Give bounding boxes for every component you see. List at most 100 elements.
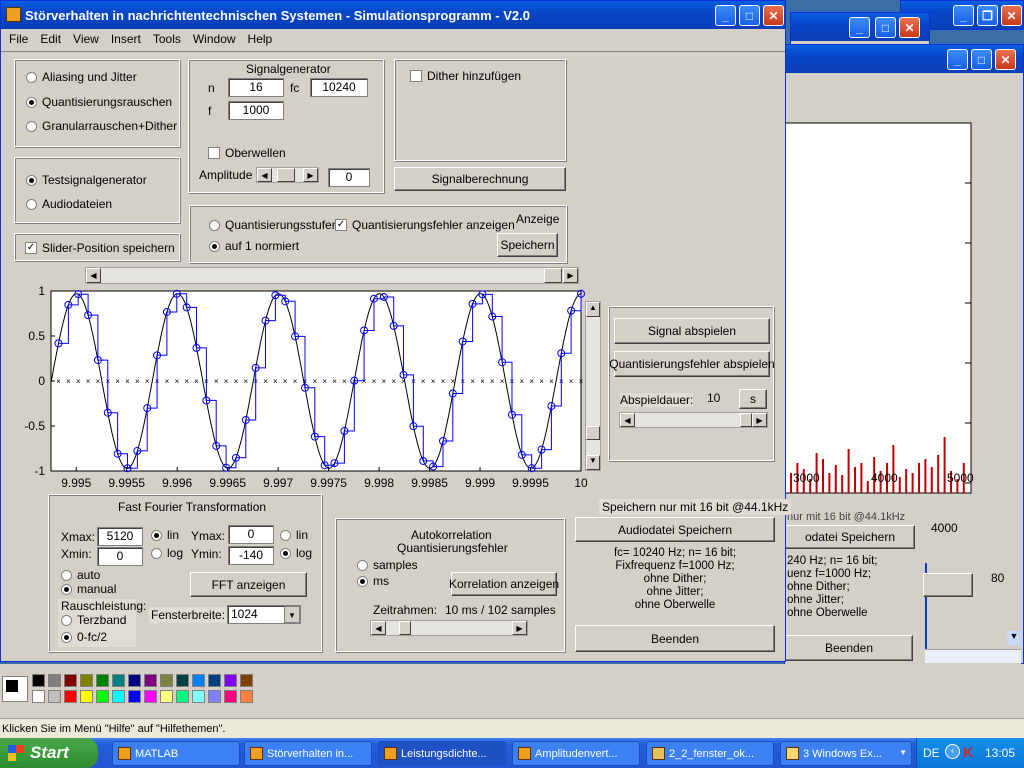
menu-view[interactable]: View — [73, 32, 99, 46]
task-explorer[interactable]: 3 Windows Ex... ▼ — [780, 741, 912, 766]
task-stoerverhalten[interactable]: Störverhalten in... — [244, 741, 372, 766]
duration-slider[interactable]: ◀ ▶ — [619, 412, 768, 428]
task-fenster[interactable]: 2_2_fenster_ok... — [646, 741, 774, 766]
task-amplitudenvert[interactable]: Amplitudenvert... — [512, 741, 640, 766]
minimize-button[interactable]: _ — [953, 5, 974, 26]
radio-normalized[interactable]: auf 1 normiert — [209, 239, 299, 253]
palette-color[interactable] — [32, 690, 45, 703]
quant-error-checkbox[interactable]: ✓ Quantisierungsfehler anzeigen — [335, 218, 515, 232]
display-save-button[interactable]: Speichern — [497, 233, 558, 257]
palette-color[interactable] — [208, 690, 221, 703]
minimize-button[interactable]: _ — [849, 17, 870, 38]
radio-manual[interactable]: manual — [61, 582, 116, 596]
save-audio-button[interactable]: Audiodatei Speichern — [575, 517, 775, 542]
palette-color[interactable] — [128, 690, 141, 703]
amplitude-input[interactable]: 0 — [328, 168, 370, 187]
radio-ms[interactable]: ms — [357, 574, 389, 588]
start-button[interactable]: Start — [0, 738, 98, 768]
slider-right-icon[interactable]: ▶ — [752, 413, 767, 427]
radio-auto[interactable]: auto — [61, 568, 100, 582]
menu-insert[interactable]: Insert — [111, 32, 141, 46]
radio-x-log[interactable]: log — [151, 546, 183, 560]
palette-color[interactable] — [144, 674, 157, 687]
slider-right-icon[interactable]: ▶ — [512, 621, 527, 635]
menu-tools[interactable]: Tools — [153, 32, 181, 46]
palette-color[interactable] — [64, 690, 77, 703]
palette-color[interactable] — [48, 690, 61, 703]
vertical-slider[interactable]: ▲ ▼ — [585, 301, 601, 471]
n-input[interactable]: 16 — [228, 78, 284, 97]
partial-end-button[interactable]: Beenden — [785, 635, 913, 661]
slider-right-icon[interactable]: ▶ — [303, 168, 318, 182]
maximize-button[interactable]: □ — [875, 17, 896, 38]
slider-left-icon[interactable]: ◀ — [371, 621, 386, 635]
scroll-down-icon[interactable]: ▼ — [1007, 631, 1021, 645]
palette-color[interactable] — [176, 674, 189, 687]
slider-up-icon[interactable]: ▲ — [586, 302, 600, 317]
end-button[interactable]: Beenden — [575, 625, 775, 652]
play-error-button[interactable]: Quantisierungsfehler abspielen — [609, 351, 775, 377]
radio-x-lin[interactable]: lin — [151, 528, 179, 542]
dither-checkbox[interactable]: Dither hinzufügen — [410, 69, 521, 83]
slider-thumb[interactable] — [277, 168, 295, 182]
menu-help[interactable]: Help — [248, 32, 273, 46]
menu-window[interactable]: Window — [193, 32, 236, 46]
palette-color[interactable] — [32, 674, 45, 687]
chevron-down-icon[interactable]: ▼ — [284, 606, 300, 623]
palette-color[interactable] — [240, 674, 253, 687]
slider-thumb[interactable] — [399, 621, 411, 635]
palette-color[interactable] — [160, 690, 173, 703]
close-button[interactable]: ✕ — [995, 49, 1016, 70]
language-indicator[interactable]: DE — [923, 746, 940, 760]
maximize-button[interactable]: □ — [739, 5, 760, 26]
slider-left-icon[interactable]: ◀ — [620, 413, 635, 427]
slider-thumb[interactable] — [740, 413, 752, 427]
fft-show-button[interactable]: FFT anzeigen — [190, 572, 307, 597]
fc-input[interactable]: 10240 — [310, 78, 368, 97]
palette-color[interactable] — [64, 674, 77, 687]
radio-terzband[interactable]: Terzband — [61, 613, 126, 627]
xmin-input[interactable]: 0 — [97, 547, 143, 566]
palette-color[interactable] — [80, 674, 93, 687]
palette-color[interactable] — [112, 674, 125, 687]
task-matlab[interactable]: MATLAB — [112, 741, 240, 766]
radio-quantization-noise[interactable]: Quantisierungsrauschen — [26, 95, 172, 109]
ymax-input[interactable]: 0 — [228, 525, 274, 544]
partial-button[interactable] — [923, 573, 973, 597]
play-signal-button[interactable]: Signal abspielen — [614, 318, 770, 344]
window-width-select[interactable]: 1024 ▼ — [227, 605, 301, 624]
f-input[interactable]: 1000 — [228, 101, 284, 120]
hscrollbar[interactable] — [925, 649, 1021, 663]
harmonics-checkbox[interactable]: Oberwellen — [208, 146, 286, 160]
minimize-button[interactable]: _ — [715, 5, 736, 26]
color-selector[interactable] — [2, 676, 28, 702]
palette-color[interactable] — [160, 674, 173, 687]
radio-test-signal[interactable]: Testsignalgenerator — [26, 173, 147, 187]
minimize-button[interactable]: _ — [947, 49, 968, 70]
tray-arrow-icon[interactable]: ‹ — [945, 744, 960, 759]
radio-aliasing[interactable]: Aliasing und Jitter — [26, 70, 137, 84]
signal-calc-button[interactable]: Signalberechnung — [394, 167, 566, 191]
palette-color[interactable] — [224, 674, 237, 687]
palette-color[interactable] — [192, 690, 205, 703]
palette-color[interactable] — [192, 674, 205, 687]
radio-quant-levels[interactable]: Quantisierungsstufen — [209, 218, 338, 232]
palette-color[interactable] — [240, 690, 253, 703]
slider-down-icon[interactable]: ▼ — [586, 455, 600, 470]
palette-color[interactable] — [208, 674, 221, 687]
radio-y-lin[interactable]: lin — [280, 528, 308, 542]
radio-fc2[interactable]: 0-fc/2 — [61, 630, 107, 644]
xmax-input[interactable]: 5120 — [97, 527, 143, 546]
close-button[interactable]: ✕ — [899, 17, 920, 38]
palette-color[interactable] — [144, 690, 157, 703]
slider-left-icon[interactable]: ◀ — [257, 168, 272, 182]
radio-y-log[interactable]: log — [280, 546, 312, 560]
palette-color[interactable] — [112, 690, 125, 703]
palette-color[interactable] — [96, 674, 109, 687]
palette-color[interactable] — [80, 690, 93, 703]
ymin-input[interactable]: -140 — [228, 546, 274, 565]
amplitude-slider[interactable]: ◀ ▶ — [256, 167, 319, 183]
radio-audio-files[interactable]: Audiodateien — [26, 197, 112, 211]
radio-granular-dither[interactable]: Granularrauschen+Dither — [26, 119, 177, 133]
menu-edit[interactable]: Edit — [40, 32, 61, 46]
